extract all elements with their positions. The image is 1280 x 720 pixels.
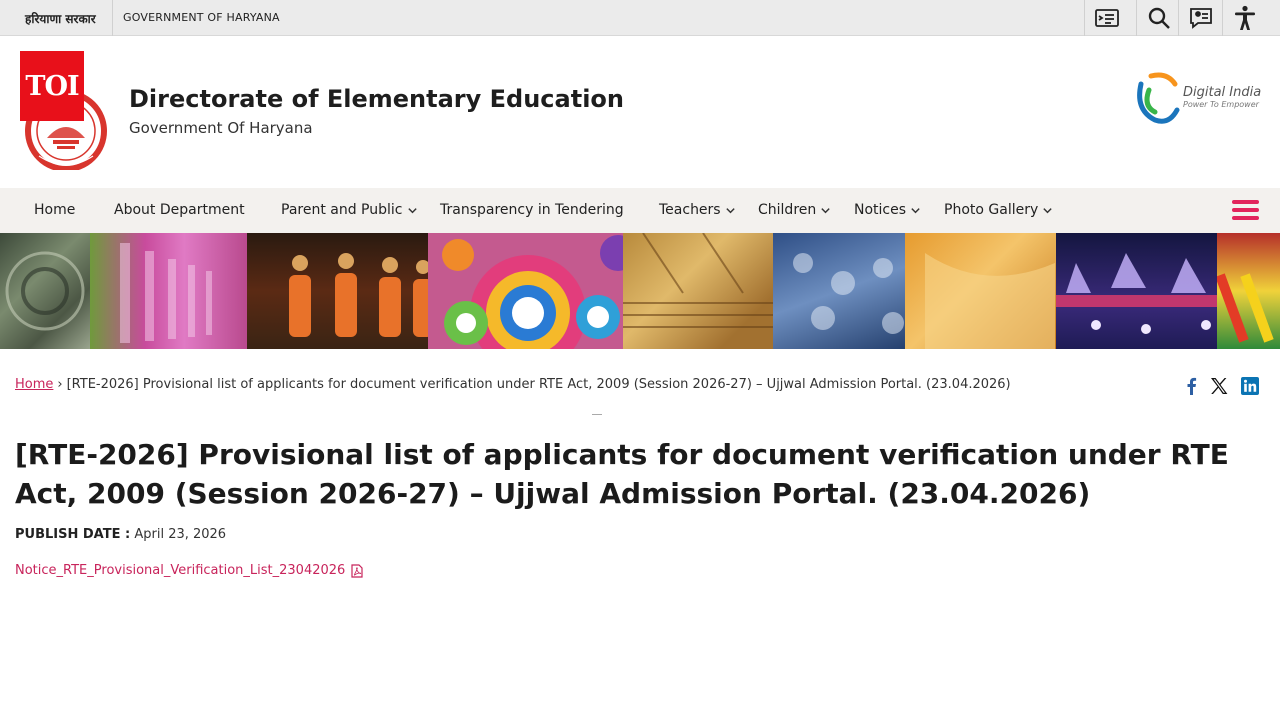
x-twitter-icon[interactable] xyxy=(1209,376,1229,396)
publish-date: PUBLISH DATE : April 23, 2026 xyxy=(15,527,226,542)
digital-india-logo[interactable]: Digital India Power To Empower xyxy=(1133,70,1268,126)
linkedin-icon[interactable] xyxy=(1240,376,1260,396)
english-gov-label: GOVERNMENT OF HARYANA xyxy=(123,11,280,24)
banner-panel-saffron xyxy=(905,233,1056,349)
nav-item-label: Photo Gallery xyxy=(944,202,1039,218)
chevron-down-icon xyxy=(725,207,735,213)
nav-item-label: Parent and Public xyxy=(281,202,403,218)
site-subtitle: Government Of Haryana xyxy=(129,119,313,137)
hindi-gov-label: हरियाणा सरकार xyxy=(25,12,96,26)
chevron-down-icon xyxy=(821,207,830,213)
skip-to-content-icon[interactable] xyxy=(1084,0,1128,36)
nav-item-label: Home xyxy=(34,202,76,218)
facebook-icon[interactable] xyxy=(1182,376,1202,396)
search-icon[interactable] xyxy=(1136,0,1180,36)
divider xyxy=(112,0,113,36)
feedback-icon[interactable] xyxy=(1178,0,1222,36)
digital-india-tagline: Power To Empower xyxy=(1183,100,1260,109)
breadcrumb-current: [RTE-2026] Provisional list of applicant… xyxy=(66,377,1011,392)
site-header: TOI Directorate of Elementary Education … xyxy=(0,36,1280,188)
banner-panel-pillars xyxy=(89,233,247,349)
banner-panel-embroidery xyxy=(427,233,623,349)
digital-india-title: Digital India xyxy=(1183,85,1261,100)
nav-item-children[interactable]: Children xyxy=(758,202,831,218)
publish-date-value: April 23, 2026 xyxy=(134,527,227,542)
chevron-down-icon xyxy=(1043,207,1052,213)
nav-item-label: Transparency in Tendering xyxy=(440,202,624,218)
site-title[interactable]: Directorate of Elementary Education xyxy=(129,85,624,113)
nav-item-parent-and-public[interactable]: Parent and Public xyxy=(281,202,418,218)
nav-item-notices[interactable]: Notices xyxy=(854,202,921,218)
main-navigation: Home About Department Parent and Public … xyxy=(0,188,1280,233)
banner-panel-colors xyxy=(1217,233,1280,349)
banner-panel-dancers xyxy=(246,233,428,349)
hamburger-menu-icon[interactable] xyxy=(1230,198,1260,222)
notice-pdf-link-label: Notice_RTE_Provisional_Verification_List… xyxy=(15,563,346,578)
breadcrumb-home-link[interactable]: Home xyxy=(15,377,53,392)
culture-banner xyxy=(0,233,1280,349)
nav-item-transparency-in-tendering[interactable]: Transparency in Tendering xyxy=(440,202,624,218)
nav-item-photo-gallery[interactable]: Photo Gallery xyxy=(944,202,1053,218)
publish-date-label: PUBLISH DATE : xyxy=(15,527,131,542)
banner-panel-performers xyxy=(1055,233,1218,349)
pdf-file-icon xyxy=(351,563,363,578)
nav-item-label: Notices xyxy=(854,202,907,218)
nav-item-label: Children xyxy=(758,202,817,218)
nav-item-label: About Department xyxy=(114,202,245,218)
divider xyxy=(592,414,602,415)
toi-watermark-badge: TOI xyxy=(20,51,84,121)
breadcrumb: Home › [RTE-2026] Provisional list of appl… xyxy=(15,377,1011,392)
accessibility-icon[interactable] xyxy=(1222,0,1266,36)
gov-topbar: हरियाणा सरकार GOVERNMENT OF HARYANA xyxy=(0,0,1280,36)
nav-item-teachers[interactable]: Teachers xyxy=(659,202,736,218)
notice-pdf-link[interactable]: Notice_RTE_Provisional_Verification_List… xyxy=(15,563,363,578)
breadcrumb-separator: › xyxy=(57,377,63,392)
banner-panel-blue-crowd xyxy=(772,233,906,349)
chevron-down-icon xyxy=(911,207,920,213)
nav-item-about-department[interactable]: About Department xyxy=(114,202,245,218)
banner-panel-carving xyxy=(0,233,90,349)
page-title: [RTE-2026] Provisional list of applicant… xyxy=(15,438,1229,510)
nav-item-label: Teachers xyxy=(659,202,721,218)
banner-panel-woodwork xyxy=(622,233,773,349)
chevron-down-icon xyxy=(407,207,417,213)
nav-item-home[interactable]: Home xyxy=(34,202,75,218)
